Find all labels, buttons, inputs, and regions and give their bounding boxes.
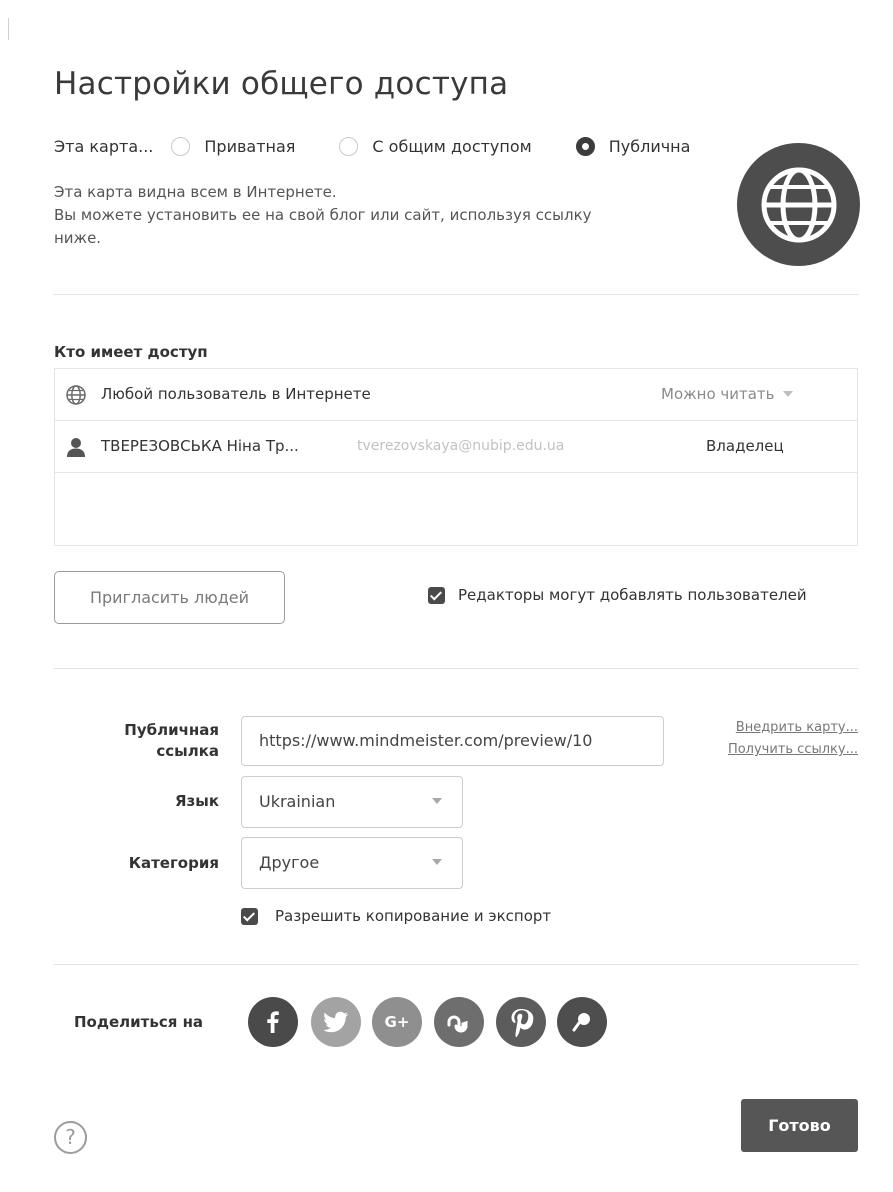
public-globe-badge: [737, 143, 860, 266]
radio-public-label: Публична: [608, 136, 691, 156]
chevron-down-icon: [782, 391, 793, 397]
get-link-link[interactable]: Получить ссылку...: [690, 742, 858, 757]
owner-role: Владелец: [706, 437, 784, 455]
globe-icon: [66, 385, 86, 405]
public-link-label-line: ссылка: [156, 742, 219, 760]
user-icon: [67, 438, 85, 457]
globe-icon: [761, 167, 836, 242]
description-line: Вы можете установить ее на свой блог или…: [54, 206, 592, 224]
help-icon[interactable]: ?: [54, 1121, 87, 1154]
language-select[interactable]: Ukrainian: [241, 776, 463, 828]
language-label: Язык: [174, 792, 219, 810]
description-line: ниже.: [54, 229, 102, 247]
category-label: Категория: [128, 854, 219, 872]
radio-public-circle[interactable]: [575, 136, 595, 156]
checkbox-checked[interactable]: [241, 907, 258, 925]
owner-email: tverezovskaya@nubip.edu.ua: [357, 438, 565, 454]
chevron-down-icon: [432, 798, 442, 804]
embed-map-link[interactable]: Внедрить карту...: [690, 720, 858, 735]
pinterest-glyph: [511, 1009, 534, 1037]
google-plus-glyph: G+: [384, 1013, 410, 1031]
divider: [54, 294, 858, 295]
language-value: Ukrainian: [259, 792, 336, 811]
stumbleupon-icon[interactable]: [434, 997, 484, 1047]
invite-people-button[interactable]: Пригласить людей: [54, 571, 285, 624]
radio-private-circle[interactable]: [171, 136, 191, 156]
chevron-down-icon: [432, 859, 442, 865]
facebook-icon[interactable]: [248, 997, 298, 1047]
editors-can-add-checkbox[interactable]: Редакторы могут добавлять пользователей: [428, 586, 807, 604]
google-plus-icon[interactable]: G+: [372, 997, 422, 1047]
radio-public[interactable]: Публична: [575, 136, 691, 156]
public-link-label-line: Публичная: [124, 721, 219, 739]
copy-checkbox-label: Разрешить копирование и экспорт: [275, 907, 552, 925]
public-link-input[interactable]: https://www.mindmeister.com/preview/10: [241, 716, 664, 766]
owner-name: ТВЕРЕЗОВСЬКА Ніна Тр...: [101, 437, 299, 455]
share-on-label: Поделиться на: [74, 1013, 204, 1031]
stumbleupon-glyph: [447, 1015, 468, 1033]
permission-value: Можно читать: [661, 385, 775, 403]
access-name: Любой пользователь в Интернете: [101, 385, 371, 403]
access-row-public: Любой пользователь в Интернете Можно чит…: [55, 369, 857, 421]
access-list: Любой пользователь в Интернете Можно чит…: [54, 368, 858, 546]
facebook-glyph: [267, 1011, 279, 1033]
delicious-icon[interactable]: [557, 997, 607, 1047]
delicious-glyph: [572, 1013, 590, 1032]
public-link-label: Публичная ссылка: [100, 720, 219, 762]
privacy-description: Эта карта видна всем в Интернете. Вы мож…: [54, 181, 734, 250]
dialog-title: Настройки общего доступа: [54, 66, 509, 102]
share-settings-dialog: Настройки общего доступа Эта карта... Пр…: [0, 0, 893, 1192]
public-link-value: https://www.mindmeister.com/preview/10: [259, 731, 593, 750]
privacy-options: Эта карта... Приватная С общим доступом …: [54, 134, 734, 158]
radio-private[interactable]: Приватная: [171, 136, 296, 156]
done-button[interactable]: Готово: [741, 1099, 858, 1152]
permission-dropdown[interactable]: Можно читать: [661, 385, 793, 403]
category-value: Другое: [259, 853, 320, 872]
privacy-label: Эта карта...: [54, 136, 154, 156]
allow-copy-export-checkbox[interactable]: Разрешить копирование и экспорт: [241, 907, 551, 925]
editors-checkbox-label: Редакторы могут добавлять пользователей: [458, 586, 807, 604]
radio-shared-label: С общим доступом: [372, 136, 532, 156]
divider: [54, 668, 858, 669]
radio-private-label: Приватная: [204, 136, 296, 156]
access-row-owner: ТВЕРЕЗОВСЬКА Ніна Тр... tverezovskaya@nu…: [55, 421, 857, 473]
access-heading: Кто имеет доступ: [54, 343, 208, 361]
checkbox-checked[interactable]: [428, 586, 445, 604]
category-select[interactable]: Другое: [241, 837, 463, 889]
twitter-icon[interactable]: [311, 997, 361, 1047]
window-edge: [8, 18, 9, 40]
divider: [54, 964, 858, 965]
radio-shared[interactable]: С общим доступом: [339, 136, 532, 156]
radio-shared-circle[interactable]: [339, 136, 359, 156]
description-line: Эта карта видна всем в Интернете.: [54, 183, 337, 201]
twitter-glyph: [323, 1011, 349, 1033]
pinterest-icon[interactable]: [496, 997, 546, 1047]
